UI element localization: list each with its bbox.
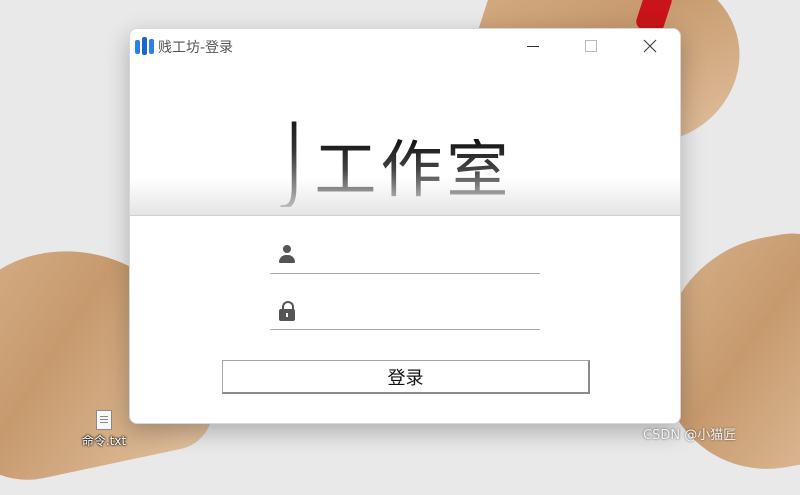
password-input[interactable] [306, 297, 538, 327]
password-field [270, 293, 540, 330]
login-window: 贱工坊-登录 J 工作室 登录 [129, 28, 681, 424]
username-input[interactable] [306, 241, 538, 271]
minimize-icon [527, 45, 539, 47]
logo-letter: J [280, 103, 309, 215]
desktop-file-label: 命令.txt [81, 434, 127, 448]
desktop-file-shortcut[interactable]: 命令.txt [72, 410, 136, 449]
maximize-icon [585, 40, 597, 52]
lock-icon [278, 301, 296, 321]
app-logo-icon [134, 35, 156, 57]
close-icon [643, 39, 657, 53]
login-button[interactable]: 登录 [222, 360, 590, 394]
text-file-icon [96, 410, 112, 430]
window-title: 贱工坊-登录 [158, 40, 234, 56]
maximize-button[interactable] [568, 33, 614, 59]
close-button[interactable] [627, 33, 673, 59]
user-icon [278, 245, 296, 265]
username-field [270, 237, 540, 274]
logo-text: 工作室 [314, 133, 513, 206]
title-bar[interactable]: 贱工坊-登录 [130, 29, 680, 63]
watermark-text: CSDN @小猫匠 [643, 428, 737, 443]
header-divider [130, 215, 680, 216]
minimize-button[interactable] [510, 33, 556, 59]
studio-logo: J 工作室 [280, 111, 512, 207]
